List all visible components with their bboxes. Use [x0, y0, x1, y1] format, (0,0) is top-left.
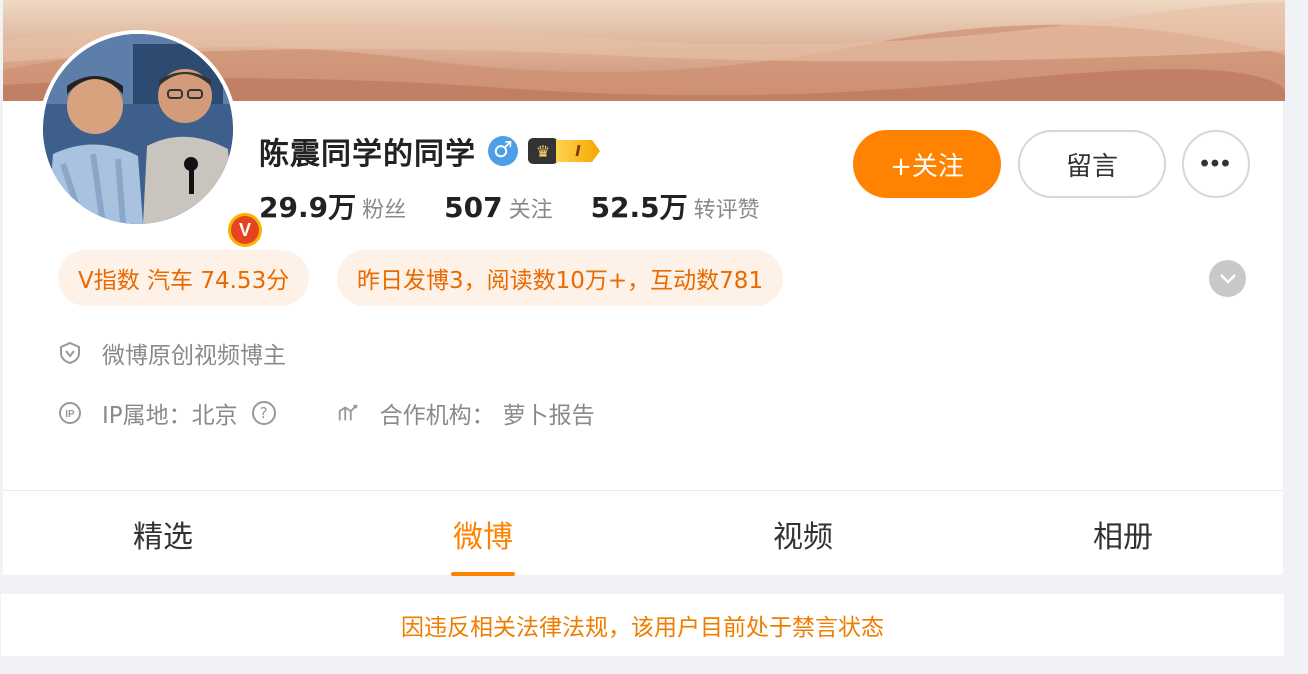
profile-tabs: 精选 微博 视频 相册 — [3, 490, 1283, 576]
interactions-label: 转评赞 — [693, 198, 760, 223]
name-row: 陈震同学的同学 ♂ ♛ I — [259, 130, 600, 172]
tab-featured[interactable]: 精选 — [3, 491, 323, 576]
user-name: 陈震同学的同学 — [259, 137, 476, 172]
tab-album[interactable]: 相册 — [963, 491, 1283, 576]
message-button[interactable]: 留言 — [1018, 130, 1166, 198]
shield-icon — [58, 341, 82, 365]
org-value[interactable]: 萝卜报告 — [503, 396, 595, 430]
activity-tag[interactable]: 昨日发博3，阅读数10万+，互动数781 — [337, 250, 784, 306]
avatar[interactable] — [43, 34, 233, 224]
ban-notice: 因违反相关法律法规，该用户目前处于禁言状态 — [1, 594, 1284, 656]
stat-following[interactable]: 507 关注 — [444, 191, 552, 224]
following-label: 关注 — [508, 198, 553, 223]
scrollbar-track[interactable] — [1288, 0, 1308, 674]
following-count: 507 — [444, 191, 503, 224]
chevron-down-icon[interactable] — [1209, 260, 1246, 297]
org-label: 合作机构： — [379, 403, 495, 429]
profile-card: V 陈震同学的同学 ♂ ♛ I 29.9万 粉丝 507 关注 52.5万 转评… — [3, 0, 1285, 490]
ip-location-icon: IP — [58, 401, 82, 425]
stat-interactions: 52.5万 转评赞 — [591, 186, 760, 226]
tab-video[interactable]: 视频 — [643, 491, 963, 576]
help-icon[interactable]: ? — [251, 401, 276, 425]
stats-row: 29.9万 粉丝 507 关注 52.5万 转评赞 — [259, 186, 798, 226]
vip-level: I — [556, 140, 600, 162]
gender-male-icon: ♂ — [488, 136, 518, 166]
tab-weibo[interactable]: 微博 — [323, 491, 643, 576]
verified-mark: V — [231, 216, 259, 244]
interactions-count: 52.5万 — [590, 191, 688, 224]
ip-location-label: IP属地：北京 — [102, 403, 238, 429]
fans-count: 29.9万 — [259, 191, 357, 224]
avatar-frame[interactable]: V — [39, 30, 265, 250]
crown-icon: ♛ — [528, 138, 558, 164]
follow-button[interactable]: +关注 — [853, 130, 1001, 198]
v-index-tag[interactable]: V指数 汽车 74.53分 — [58, 250, 310, 306]
creator-label: 微博原创视频博主 — [102, 343, 286, 369]
creator-info-row: 微博原创视频博主 — [58, 336, 286, 370]
fans-label: 粉丝 — [362, 198, 407, 223]
ip-org-row: IP IP属地：北京 ? 合作机构： 萝卜报告 — [58, 396, 595, 430]
svg-text:IP: IP — [65, 409, 75, 420]
vip-badge[interactable]: ♛ I — [528, 138, 600, 164]
partner-org-icon — [336, 401, 360, 425]
more-options-button[interactable]: ••• — [1182, 130, 1250, 198]
stat-fans[interactable]: 29.9万 粉丝 — [259, 186, 406, 226]
